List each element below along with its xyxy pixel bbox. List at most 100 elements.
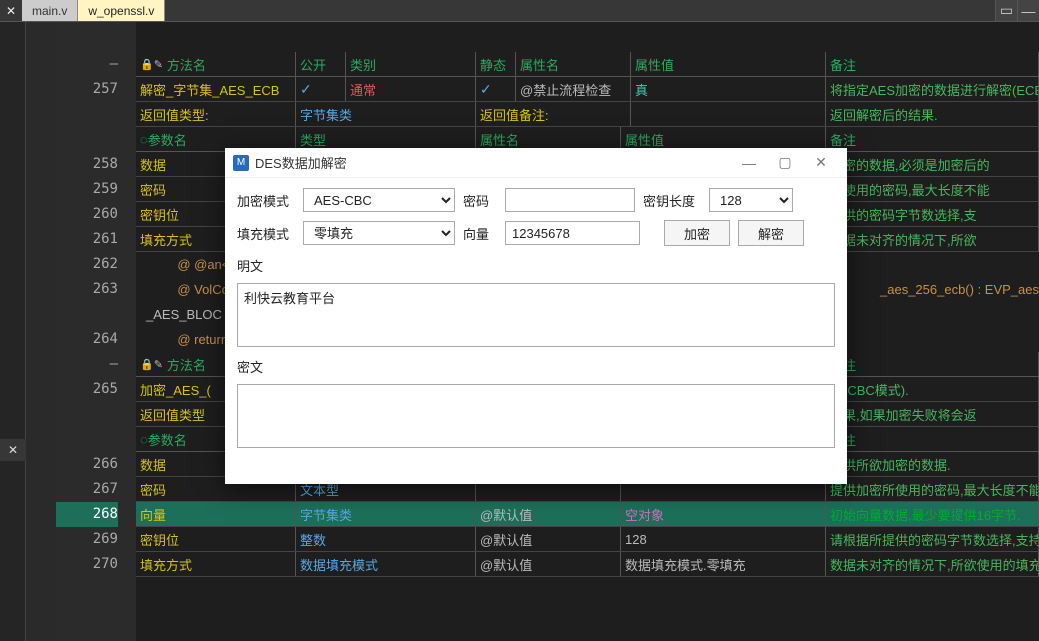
param-name: 填充方式 [136,552,296,576]
param-val: 数据填充模式.零填充 [621,552,826,576]
col-category: 类别 [346,52,476,76]
method-name-cell: 解密_字节集_AES_ECB [136,77,296,101]
param-attr: @默认值 [476,552,621,576]
line-no: 262 [56,252,118,277]
col-attr-name: 属性名 [516,52,631,76]
ret-note: 结果,如果加密失败将会返 [826,402,1039,426]
line-no [56,102,118,127]
param-row[interactable]: 密钥位 整数 @默认值 128 请根据所提供的密码字节数选择,支持128,192… [136,527,1039,552]
label-password: 密码 [463,191,497,210]
line-no [56,22,118,52]
fold-gutter [26,22,56,641]
textarea-plaintext[interactable] [237,283,835,347]
input-password[interactable] [505,188,635,212]
label-padding: 填充模式 [237,224,295,243]
param-remark: 所使用的密码,最大长度不能 [826,177,1039,201]
param-name: 密钥位 [136,527,296,551]
col-attr-val: 属性值 [631,52,826,76]
dialog-titlebar[interactable]: M DES数据加解密 — ▢ ✕ [225,148,847,178]
param-row[interactable]: 向量 字节集类 @默认值 空对象 初始向量数据,最少要提供16字节. [136,502,1039,527]
col-param-name: 参数名 [148,130,187,149]
param-type: 字节集类 [296,502,476,526]
window-close-button[interactable]: ✕ [803,149,839,177]
col-remark: 备注 [826,427,1039,451]
check-icon: ✓ [300,81,312,98]
ret-label: 返回值类型: [136,102,296,126]
line-no: — [56,52,118,77]
left-panel-close-button[interactable]: ✕ [0,439,26,461]
method-header-row: 🔒✎方法名 公开 类别 静态 属性名 属性值 备注 [136,52,1039,77]
line-no: 260 [56,202,118,227]
window-minimize-button[interactable]: — [731,149,767,177]
col-static: 静态 [476,52,516,76]
remark-cell: 密(CBC模式). [826,377,1039,401]
ret-note: 返回解密后的结果. [826,102,1039,126]
param-attr: @默认值 [476,527,621,551]
ret-note-label: 返回值备注: [476,102,631,126]
select-padding[interactable]: 零填充 [303,221,455,245]
line-no: 263 [56,277,118,302]
select-mode[interactable]: AES-CBC [303,188,455,212]
line-no: — [56,352,118,377]
line-no: 261 [56,227,118,252]
param-remark: 提供所欲加密的数据. [826,452,1039,476]
file-tab-bar: ✕ main.v w_openssl.v ▭ — [0,0,1039,22]
line-no [56,402,118,427]
ret-type: 字节集类 [296,102,476,126]
param-attr: @默认值 [476,502,621,526]
param-remark: 请根据所提供的密码字节数选择,支持128,192,25 [826,527,1039,551]
line-no: 270 [56,552,118,577]
category-cell: 通常 [346,77,476,101]
label-keylen: 密钥长度 [643,191,701,210]
des-encrypt-dialog: M DES数据加解密 — ▢ ✕ 加密模式 AES-CBC 密码 密钥长度 12… [225,148,847,484]
line-no: 265 [56,377,118,402]
col-public: 公开 [296,52,346,76]
param-remark: 解密的数据,必须是加密后的 [826,152,1039,176]
line-no: 267 [56,477,118,502]
line-numbers: — 257 258 259 260 261 262 263 264 — 265 … [56,22,136,641]
line-no [56,127,118,152]
col-method-name: 方法名 [167,55,206,74]
line-no: 259 [56,177,118,202]
line-no: 269 [56,527,118,552]
tab-main[interactable]: main.v [22,0,78,21]
app-logo-icon: M [233,155,249,171]
connect-iv[interactable] [505,221,640,245]
param-val: 128 [621,527,826,551]
param-type: 数据填充模式 [296,552,476,576]
col-remark: 备注 [826,127,1039,151]
decrypt-button[interactable]: 解密 [738,220,804,246]
param-remark: 提供的密码字节数选择,支 [826,202,1039,226]
select-keylen[interactable]: 128 [709,188,793,212]
label-ciphertext: 密文 [237,357,835,376]
window-maximize-button[interactable]: ▢ [767,149,803,177]
col-method-name: 方法名 [167,355,206,374]
remark-cell: 将指定AES加密的数据进行解密(ECB模 [826,77,1039,101]
param-row[interactable]: 填充方式 数据填充模式 @默认值 数据填充模式.零填充 数据未对齐的情况下,所欲… [136,552,1039,577]
encrypt-button[interactable]: 加密 [664,220,730,246]
attr-val-cell: 真 [631,77,826,101]
param-remark: 数据未对齐的情况下,所欲 [826,227,1039,251]
tabs-restore-button[interactable]: ▭ [995,0,1017,21]
line-no: 266 [56,452,118,477]
col-remark: 备注 [826,52,1039,76]
line-no: 264 [56,327,118,352]
attr-name-cell: @禁止流程检查 [516,77,631,101]
tabs-minimize-button[interactable]: — [1017,0,1039,21]
dot-icon: ◌ [140,132,148,147]
tab-openssl[interactable]: w_openssl.v [78,0,165,21]
dialog-title: DES数据加解密 [255,153,347,172]
check-icon: ✓ [480,81,492,98]
line-no [56,302,118,327]
param-name: 向量 [136,502,296,526]
return-row[interactable]: 返回值类型: 字节集类 返回值备注: 返回解密后的结果. [136,102,1039,127]
method-row[interactable]: 解密_字节集_AES_ECB ✓ 通常 ✓ @禁止流程检查 真 将指定AES加密… [136,77,1039,102]
param-type: 整数 [296,527,476,551]
line-no: 268 [56,502,118,527]
label-mode: 加密模式 [237,191,295,210]
textarea-ciphertext[interactable] [237,384,835,448]
left-panel: ✕ [0,22,26,641]
label-iv: 向量 [463,224,497,243]
dot-icon: ◌ [140,432,148,447]
close-panel-button[interactable]: ✕ [0,0,22,21]
